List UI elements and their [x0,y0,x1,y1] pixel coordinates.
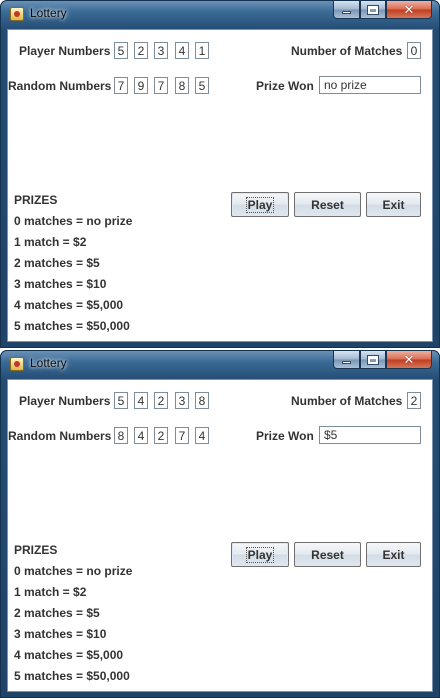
prize-won-field[interactable]: no prize [319,76,421,94]
window-content: Player Numbers 5 2 3 4 1 Number of Match… [7,29,433,342]
player-number-field[interactable]: 8 [195,392,209,409]
reset-button[interactable]: Reset [294,192,361,217]
player-number-field[interactable]: 3 [175,392,189,409]
prize-line: 1 match = $2 [14,585,87,599]
play-button[interactable]: Play [231,192,289,217]
prizes-heading: PRIZES [14,543,58,557]
minimize-icon [342,11,351,14]
lottery-window-2: Lottery ✕ Player Numbers 5 4 2 3 8 Numbe… [0,350,440,698]
number-of-matches-label: Number of Matches [291,394,403,408]
prizes-heading: PRIZES [14,193,58,207]
prize-won-field[interactable]: $5 [319,426,421,444]
exit-button[interactable]: Exit [366,192,421,217]
play-button[interactable]: Play [231,542,289,567]
lottery-app-icon [10,7,24,21]
window-title: Lottery [30,6,67,20]
close-icon: ✕ [403,1,415,17]
exit-button[interactable]: Exit [366,542,421,567]
maximize-button[interactable] [360,1,386,19]
prize-won-label: Prize Won [256,429,314,443]
random-number-field[interactable]: 4 [195,427,209,444]
prize-line: 2 matches = $5 [14,606,100,620]
random-numbers-label: Random Numbers [8,79,112,93]
random-number-field[interactable]: 8 [114,427,128,444]
prize-line: 2 matches = $5 [14,256,100,270]
prize-line: 0 matches = no prize [14,214,133,228]
random-number-field[interactable]: 7 [175,427,189,444]
maximize-button[interactable] [360,351,386,369]
maximize-icon [367,354,379,365]
minimize-icon [342,361,351,364]
player-number-field[interactable]: 3 [154,42,168,59]
random-number-field[interactable]: 2 [154,427,168,444]
title-bar[interactable]: Lottery ✕ [0,0,440,28]
close-icon: ✕ [403,351,415,367]
window-title: Lottery [30,356,67,370]
player-number-field[interactable]: 1 [195,42,209,59]
close-button[interactable]: ✕ [386,1,432,19]
player-number-field[interactable]: 5 [114,392,128,409]
minimize-button[interactable] [333,1,360,19]
prize-line: 4 matches = $5,000 [14,648,124,662]
prize-line: 3 matches = $10 [14,277,107,291]
number-of-matches-label: Number of Matches [291,44,403,58]
random-number-field[interactable]: 9 [134,77,148,94]
lottery-app-icon [10,357,24,371]
prize-line: 5 matches = $50,000 [14,319,130,333]
prize-line: 4 matches = $5,000 [14,298,124,312]
number-of-matches-field[interactable]: 0 [407,42,421,59]
player-number-field[interactable]: 5 [114,42,128,59]
prize-line: 5 matches = $50,000 [14,669,130,683]
player-number-field[interactable]: 4 [134,392,148,409]
player-numbers-label: Player Numbers [19,394,111,408]
maximize-icon [367,4,379,15]
player-number-field[interactable]: 4 [175,42,189,59]
prize-line: 3 matches = $10 [14,627,107,641]
reset-button[interactable]: Reset [294,542,361,567]
prize-won-label: Prize Won [256,79,314,93]
player-number-field[interactable]: 2 [154,392,168,409]
play-button-label: Play [245,196,275,213]
random-numbers-label: Random Numbers [8,429,112,443]
player-numbers-label: Player Numbers [19,44,111,58]
window-content: Player Numbers 5 4 2 3 8 Number of Match… [7,379,433,692]
random-number-field[interactable]: 5 [195,77,209,94]
random-number-field[interactable]: 8 [175,77,189,94]
lottery-window-1: Lottery ✕ Player Numbers 5 2 3 4 1 Numbe… [0,0,440,348]
play-button-label: Play [245,546,275,563]
random-number-field[interactable]: 7 [154,77,168,94]
prize-line: 1 match = $2 [14,235,87,249]
title-bar[interactable]: Lottery ✕ [0,350,440,378]
player-number-field[interactable]: 2 [134,42,148,59]
close-button[interactable]: ✕ [386,351,432,369]
number-of-matches-field[interactable]: 2 [407,392,421,409]
prize-line: 0 matches = no prize [14,564,133,578]
random-number-field[interactable]: 4 [134,427,148,444]
minimize-button[interactable] [333,351,360,369]
random-number-field[interactable]: 7 [114,77,128,94]
